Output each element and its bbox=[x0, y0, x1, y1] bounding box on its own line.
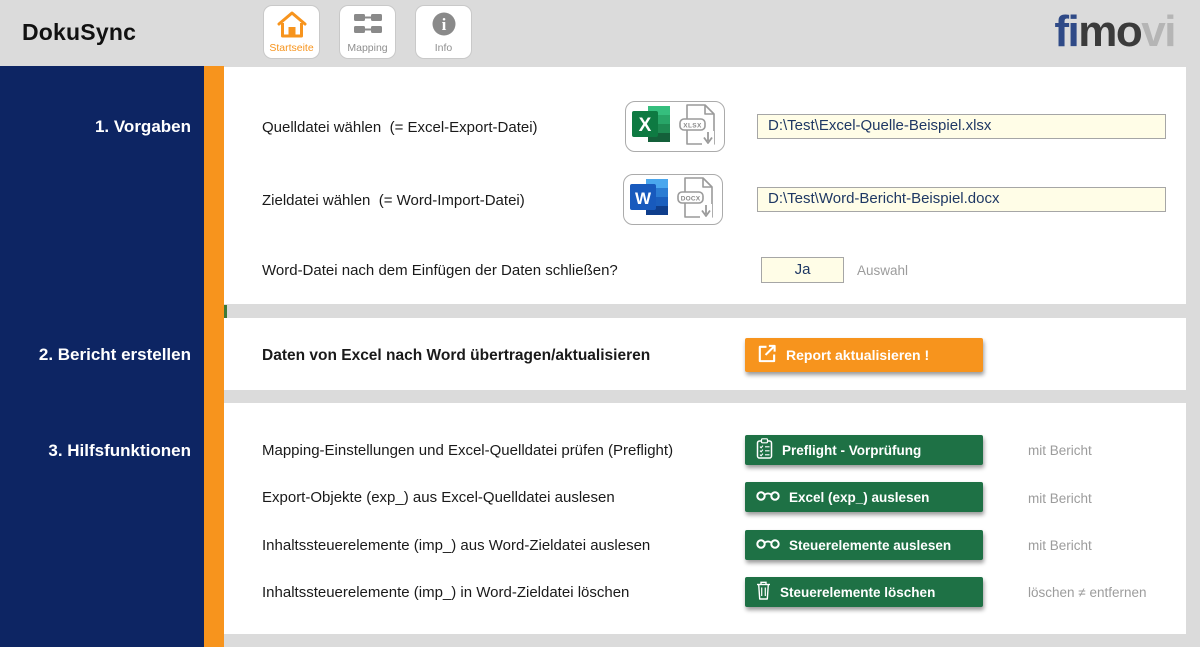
transfer-data-label: Daten von Excel nach Word übertragen/akt… bbox=[262, 347, 650, 365]
trash-icon bbox=[756, 581, 771, 603]
preflight-button-label: Preflight - Vorprüfung bbox=[782, 443, 921, 458]
source-file-label: Quelldatei wählen (= Excel-Export-Datei) bbox=[262, 119, 538, 136]
info-icon: i bbox=[431, 6, 457, 42]
startseite-label: Startseite bbox=[269, 42, 313, 55]
choose-excel-source-button[interactable]: X XLSX bbox=[625, 101, 725, 152]
svg-text:W: W bbox=[634, 189, 651, 208]
clipboard-check-icon bbox=[756, 438, 773, 462]
green-separator-mark bbox=[224, 305, 227, 318]
svg-text:X: X bbox=[638, 115, 651, 136]
excel-exp-auslesen-button[interactable]: Excel (exp_) auslesen bbox=[745, 482, 983, 512]
sidebar-section-bericht: 2. Bericht erstellen bbox=[0, 345, 204, 365]
sidebar-section-vorgaben: 1. Vorgaben bbox=[0, 117, 204, 137]
excel-logo-icon: X bbox=[632, 104, 672, 149]
preflight-hint: mit Bericht bbox=[1028, 443, 1092, 458]
docx-file-icon: DOCX bbox=[677, 176, 717, 224]
steuerelemente-loeschen-button[interactable]: Steuerelemente löschen bbox=[745, 577, 983, 607]
mapping-button[interactable]: Mapping bbox=[339, 5, 396, 59]
orange-accent-stripe bbox=[204, 66, 224, 647]
toolbar: Startseite Mapping i Info bbox=[263, 5, 472, 59]
preflight-row-label: Mapping-Einstellungen und Excel-Quelldat… bbox=[262, 442, 673, 459]
startseite-button[interactable]: Startseite bbox=[263, 5, 320, 59]
choose-word-target-button[interactable]: W DOCX bbox=[623, 174, 723, 225]
glasses-icon bbox=[756, 538, 780, 553]
info-label: Info bbox=[435, 42, 453, 55]
read-controls-hint: mit Bericht bbox=[1028, 538, 1092, 553]
info-button[interactable]: i Info bbox=[415, 5, 472, 59]
preflight-button[interactable]: Preflight - Vorprüfung bbox=[745, 435, 983, 465]
read-controls-row-label: Inhaltssteuerelemente (imp_) aus Word-Zi… bbox=[262, 537, 650, 554]
delete-controls-hint: löschen ≠ entfernen bbox=[1028, 585, 1147, 600]
steuerelemente-auslesen-label: Steuerelemente auslesen bbox=[789, 538, 951, 553]
xlsx-file-icon: XLSX bbox=[679, 103, 719, 151]
steuerelemente-auslesen-button[interactable]: Steuerelemente auslesen bbox=[745, 530, 983, 560]
svg-text:DOCX: DOCX bbox=[680, 195, 700, 202]
steuerelemente-loeschen-label: Steuerelemente löschen bbox=[780, 585, 935, 600]
app-title: DokuSync bbox=[22, 19, 136, 46]
logo-part-vi: vi bbox=[1141, 7, 1175, 56]
target-file-label: Zieldatei wählen (= Word-Import-Datei) bbox=[262, 192, 525, 209]
mapping-icon bbox=[353, 6, 383, 42]
fimovi-logo: fimovi bbox=[1054, 8, 1175, 56]
word-logo-icon: W bbox=[630, 177, 670, 222]
report-aktualisieren-button[interactable]: Report aktualisieren ! bbox=[745, 338, 983, 372]
delete-controls-row-label: Inhaltssteuerelemente (imp_) in Word-Zie… bbox=[262, 584, 629, 601]
logo-part-mo: mo bbox=[1078, 7, 1141, 56]
target-path-field[interactable]: D:\Test\Word-Bericht-Beispiel.docx bbox=[757, 187, 1166, 212]
sidebar-section-hilfsfunktionen: 3. Hilfsfunktionen bbox=[0, 441, 204, 461]
svg-text:i: i bbox=[441, 15, 446, 34]
export-objects-row-label: Export-Objekte (exp_) aus Excel-Quelldat… bbox=[262, 489, 615, 506]
excel-exp-auslesen-label: Excel (exp_) auslesen bbox=[789, 490, 929, 505]
home-icon bbox=[277, 6, 307, 42]
auswahl-hint: Auswahl bbox=[857, 263, 908, 278]
export-objects-hint: mit Bericht bbox=[1028, 491, 1092, 506]
svg-text:XLSX: XLSX bbox=[683, 122, 702, 129]
export-icon bbox=[756, 343, 777, 367]
source-path-field[interactable]: D:\Test\Excel-Quelle-Beispiel.xlsx bbox=[757, 114, 1166, 139]
close-word-question-label: Word-Datei nach dem Einfügen der Daten s… bbox=[262, 262, 618, 279]
close-word-select[interactable]: Ja bbox=[761, 257, 844, 283]
report-aktualisieren-label: Report aktualisieren ! bbox=[786, 347, 929, 363]
logo-part-fi: fi bbox=[1054, 7, 1078, 56]
mapping-label: Mapping bbox=[347, 42, 387, 55]
glasses-icon bbox=[756, 490, 780, 505]
